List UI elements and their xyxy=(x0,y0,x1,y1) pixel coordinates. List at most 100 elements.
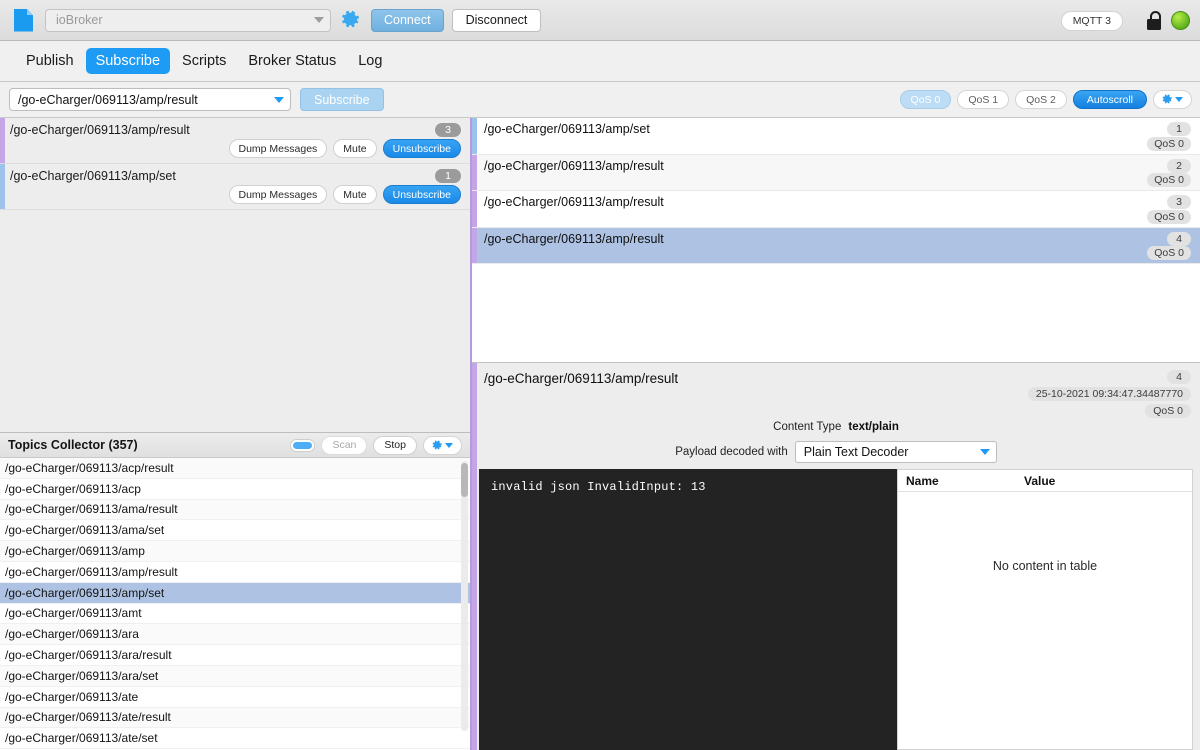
qos-2-option[interactable]: QoS 2 xyxy=(1015,90,1067,109)
tab-subscribe[interactable]: Subscribe xyxy=(85,48,171,74)
tab-broker-status[interactable]: Broker Status xyxy=(238,48,346,74)
topic-list-item[interactable]: /go-eCharger/069113/amp/result xyxy=(0,562,470,583)
broker-profile-combo[interactable]: ioBroker xyxy=(45,8,331,32)
message-index-badge: 3 xyxy=(1167,195,1191,209)
topic-list-item[interactable]: /go-eCharger/069113/acp/result xyxy=(0,458,470,479)
topics-list-scrollbar-thumb[interactable] xyxy=(461,463,468,497)
main-nav-tabs: Publish Subscribe Scripts Broker Status … xyxy=(0,41,1200,82)
column-header-name[interactable]: Name xyxy=(898,474,1016,488)
file-icon[interactable] xyxy=(14,8,33,32)
chevron-down-icon[interactable] xyxy=(979,449,990,455)
broker-profile-placeholder: ioBroker xyxy=(56,13,103,27)
protocol-badge: MQTT 3 xyxy=(1060,10,1123,31)
message-qos-badge: QoS 0 xyxy=(1147,173,1191,187)
message-topic: /go-eCharger/069113/amp/result xyxy=(484,158,664,173)
dump-messages-button[interactable]: Dump Messages xyxy=(228,185,328,204)
subscription-row[interactable]: /go-eCharger/069113/amp/result 3 Dump Me… xyxy=(0,118,470,164)
detail-timestamp: 25-10-2021 09:34:47.34487770 xyxy=(1027,387,1191,401)
qos-1-option[interactable]: QoS 1 xyxy=(957,90,1010,109)
topic-list-item[interactable]: /go-eCharger/069113/amp xyxy=(0,541,470,562)
subscription-message-count: 1 xyxy=(435,169,461,183)
stop-button[interactable]: Stop xyxy=(373,435,417,455)
unsubscribe-button[interactable]: Unsubscribe xyxy=(382,185,461,204)
qos-0-option[interactable]: QoS 0 xyxy=(899,90,952,109)
tab-publish[interactable]: Publish xyxy=(16,48,84,74)
topic-list-item[interactable]: /go-eCharger/069113/ama/result xyxy=(0,499,470,521)
topic-list-item[interactable]: /go-eCharger/069113/ate/set xyxy=(0,728,470,750)
messages-list: /go-eCharger/069113/amp/set 1 QoS 0 /go-… xyxy=(472,118,1200,363)
tab-scripts[interactable]: Scripts xyxy=(172,48,236,74)
payload-viewer[interactable]: invalid json InvalidInput: 13 xyxy=(479,469,897,750)
message-row[interactable]: /go-eCharger/069113/amp/result 2 QoS 0 xyxy=(472,154,1200,191)
subscription-color-accent xyxy=(0,118,5,163)
message-row[interactable]: /go-eCharger/069113/amp/result 3 QoS 0 xyxy=(472,191,1200,228)
content-type-label: Content Type xyxy=(773,421,842,433)
subscribe-topic-value: /go-eCharger/069113/amp/result xyxy=(18,92,198,107)
topics-collector-toggle[interactable] xyxy=(290,438,316,452)
main-content: /go-eCharger/069113/amp/result 3 Dump Me… xyxy=(0,118,1200,750)
subscribe-topic-input[interactable]: /go-eCharger/069113/amp/result xyxy=(9,88,291,111)
connect-button[interactable]: Connect xyxy=(371,8,444,32)
subscription-actions: Dump Messages Mute Unsubscribe xyxy=(228,139,461,158)
decoder-select[interactable]: Plain Text Decoder xyxy=(794,441,997,463)
message-topic: /go-eCharger/069113/amp/result xyxy=(484,195,664,209)
column-header-value[interactable]: Value xyxy=(1016,474,1055,488)
topic-list-item[interactable]: /go-eCharger/069113/ara/result xyxy=(0,645,470,666)
unsubscribe-button[interactable]: Unsubscribe xyxy=(382,139,461,158)
topics-collector-settings-button[interactable] xyxy=(423,435,462,455)
subscription-actions: Dump Messages Mute Unsubscribe xyxy=(228,185,461,204)
message-color-accent xyxy=(472,227,477,263)
subscription-topic: /go-eCharger/069113/amp/result xyxy=(10,123,190,137)
message-color-accent xyxy=(472,154,477,190)
right-panel: /go-eCharger/069113/amp/set 1 QoS 0 /go-… xyxy=(472,118,1200,750)
chevron-down-icon xyxy=(445,442,453,448)
decoder-row: Payload decoded with Plain Text Decoder xyxy=(472,441,1200,463)
content-type-value: text/plain xyxy=(848,421,899,433)
chevron-down-icon[interactable] xyxy=(274,96,284,103)
subscribe-bar: /go-eCharger/069113/amp/result Subscribe… xyxy=(0,82,1200,118)
subscription-topic: /go-eCharger/069113/amp/set xyxy=(10,169,176,183)
subscribe-button[interactable]: Subscribe xyxy=(300,88,384,111)
tab-log[interactable]: Log xyxy=(348,48,392,74)
chevron-down-icon xyxy=(1175,97,1183,102)
decoder-value: Plain Text Decoder xyxy=(803,445,909,459)
gear-icon[interactable] xyxy=(341,10,361,30)
mute-button[interactable]: Mute xyxy=(333,185,377,204)
subscribe-options-group: QoS 0 QoS 1 QoS 2 Autoscroll xyxy=(899,90,1192,109)
message-row[interactable]: /go-eCharger/069113/amp/set 1 QoS 0 xyxy=(472,118,1200,155)
subscription-row[interactable]: /go-eCharger/069113/amp/set 1 Dump Messa… xyxy=(0,164,470,210)
topic-list-item[interactable]: /go-eCharger/069113/ate/result xyxy=(0,707,470,729)
topic-list-item[interactable]: /go-eCharger/069113/ara xyxy=(0,624,470,646)
topics-list-scrollbar-track[interactable] xyxy=(461,461,468,731)
message-row-selected[interactable]: /go-eCharger/069113/amp/result 4 QoS 0 xyxy=(472,227,1200,264)
topic-list-item[interactable]: /go-eCharger/069113/ama/set xyxy=(0,520,470,542)
gear-icon xyxy=(432,439,442,449)
toolbar-status-group: MQTT 3 xyxy=(1060,0,1190,41)
topic-list-item-selected[interactable]: /go-eCharger/069113/amp/set xyxy=(0,582,470,604)
topic-list-item[interactable]: /go-eCharger/069113/ate xyxy=(0,687,470,708)
detail-index-badge: 4 xyxy=(1167,370,1191,384)
topics-collector-list[interactable]: /go-eCharger/069113/acp/result /go-eChar… xyxy=(0,458,470,750)
subscription-color-accent xyxy=(0,164,5,209)
disconnect-button[interactable]: Disconnect xyxy=(451,8,542,32)
topics-collector-controls: Scan Stop xyxy=(290,435,462,455)
subscribe-settings-button[interactable] xyxy=(1153,90,1192,109)
subscriptions-list: /go-eCharger/069113/amp/result 3 Dump Me… xyxy=(0,118,470,432)
message-qos-badge: QoS 0 xyxy=(1147,246,1191,260)
topics-collector-title: Topics Collector (357) xyxy=(8,438,138,452)
topic-list-item[interactable]: /go-eCharger/069113/amt xyxy=(0,604,470,625)
message-index-badge: 1 xyxy=(1167,122,1191,136)
topic-list-item[interactable]: /go-eCharger/069113/acp xyxy=(0,479,470,500)
message-qos-badge: QoS 0 xyxy=(1147,209,1191,224)
message-detail-panel: /go-eCharger/069113/amp/result 4 25-10-2… xyxy=(472,363,1200,750)
topic-list-item[interactable]: /go-eCharger/069113/ara/set xyxy=(0,665,470,687)
left-panel: /go-eCharger/069113/amp/result 3 Dump Me… xyxy=(0,118,472,750)
topics-collector-header: Topics Collector (357) Scan Stop xyxy=(0,432,470,458)
autoscroll-toggle[interactable]: Autoscroll xyxy=(1072,90,1147,109)
message-index-badge: 4 xyxy=(1167,231,1191,246)
scan-button[interactable]: Scan xyxy=(321,435,368,455)
detail-color-accent xyxy=(472,363,477,750)
mute-button[interactable]: Mute xyxy=(333,139,377,158)
decoder-label: Payload decoded with xyxy=(675,446,788,458)
dump-messages-button[interactable]: Dump Messages xyxy=(228,139,328,158)
